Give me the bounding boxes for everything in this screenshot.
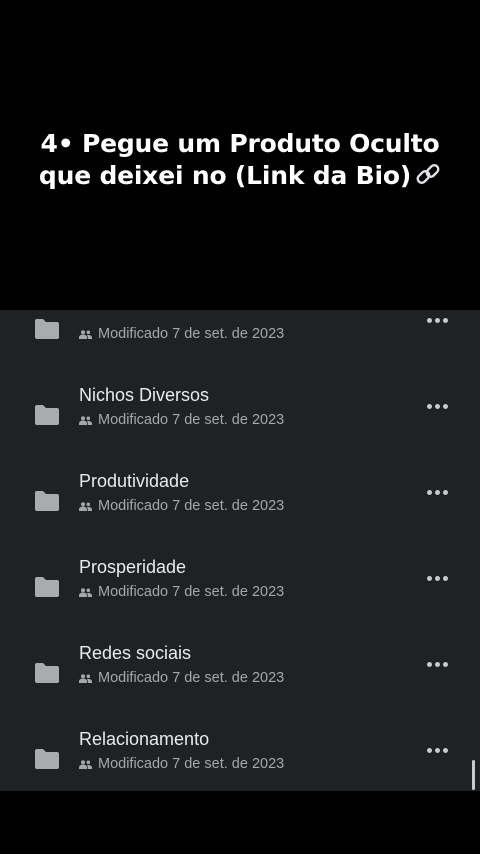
caption-line-2-wrap: que deixei no (Link da Bio) <box>0 160 480 195</box>
scrollbar[interactable] <box>472 760 475 790</box>
file-name: Relacionamento <box>79 729 210 749</box>
folder-icon <box>33 489 59 511</box>
folder-icon <box>33 403 59 425</box>
file-name: Nichos Diversos <box>79 385 210 405</box>
file-row[interactable]: Produtividade Modificado 7 de set. de 20… <box>0 453 480 539</box>
more-options-button[interactable] <box>427 317 449 325</box>
file-list-panel: Modificado 7 de set. de 2023 Nichos Dive… <box>0 310 480 791</box>
file-modified: Modificado 7 de set. de 2023 <box>79 412 284 429</box>
modified-text: Modificado 7 de set. de 2023 <box>98 670 285 686</box>
more-options-button[interactable] <box>427 489 449 497</box>
link-icon <box>415 161 441 195</box>
file-row[interactable]: Redes sociais Modificado 7 de set. de 20… <box>0 625 480 711</box>
more-options-button[interactable] <box>427 575 449 583</box>
file-modified: Modificado 7 de set. de 2023 <box>79 670 284 687</box>
folder-icon <box>33 317 59 339</box>
file-modified: Modificado 7 de set. de 2023 <box>79 498 284 515</box>
modified-text: Modificado 7 de set. de 2023 <box>98 584 285 600</box>
file-modified: Modificado 7 de set. de 2023 <box>79 756 284 773</box>
folder-icon <box>33 575 59 597</box>
modified-text: Modificado 7 de set. de 2023 <box>98 326 285 342</box>
more-options-button[interactable] <box>427 403 449 411</box>
video-caption: 4• Pegue um Produto Oculto que deixei no… <box>0 128 480 195</box>
shared-people-icon <box>79 671 92 687</box>
shared-people-icon <box>79 757 92 773</box>
file-row[interactable]: Relacionamento Modificado 7 de set. de 2… <box>0 711 480 791</box>
file-row[interactable]: Modificado 7 de set. de 2023 <box>0 310 480 367</box>
folder-icon <box>33 747 59 769</box>
caption-line-2: que deixei no (Link da Bio) <box>38 161 412 190</box>
more-options-button[interactable] <box>427 747 449 755</box>
modified-text: Modificado 7 de set. de 2023 <box>98 756 285 772</box>
file-modified: Modificado 7 de set. de 2023 <box>79 326 284 343</box>
shared-people-icon <box>79 413 92 429</box>
modified-text: Modificado 7 de set. de 2023 <box>98 498 285 514</box>
shared-people-icon <box>79 585 92 601</box>
shared-people-icon <box>79 499 92 515</box>
file-name: Produtividade <box>79 471 190 491</box>
caption-line-1: 4• Pegue um Produto Oculto <box>40 129 440 158</box>
folder-icon <box>33 661 59 683</box>
more-options-button[interactable] <box>427 661 449 669</box>
file-name: Prosperidade <box>79 557 187 577</box>
modified-text: Modificado 7 de set. de 2023 <box>98 412 285 428</box>
shared-people-icon <box>79 327 92 343</box>
file-modified: Modificado 7 de set. de 2023 <box>79 584 284 601</box>
file-name: Redes sociais <box>79 643 192 663</box>
file-row[interactable]: Nichos Diversos Modificado 7 de set. de … <box>0 367 480 453</box>
file-row[interactable]: Prosperidade Modificado 7 de set. de 202… <box>0 539 480 625</box>
